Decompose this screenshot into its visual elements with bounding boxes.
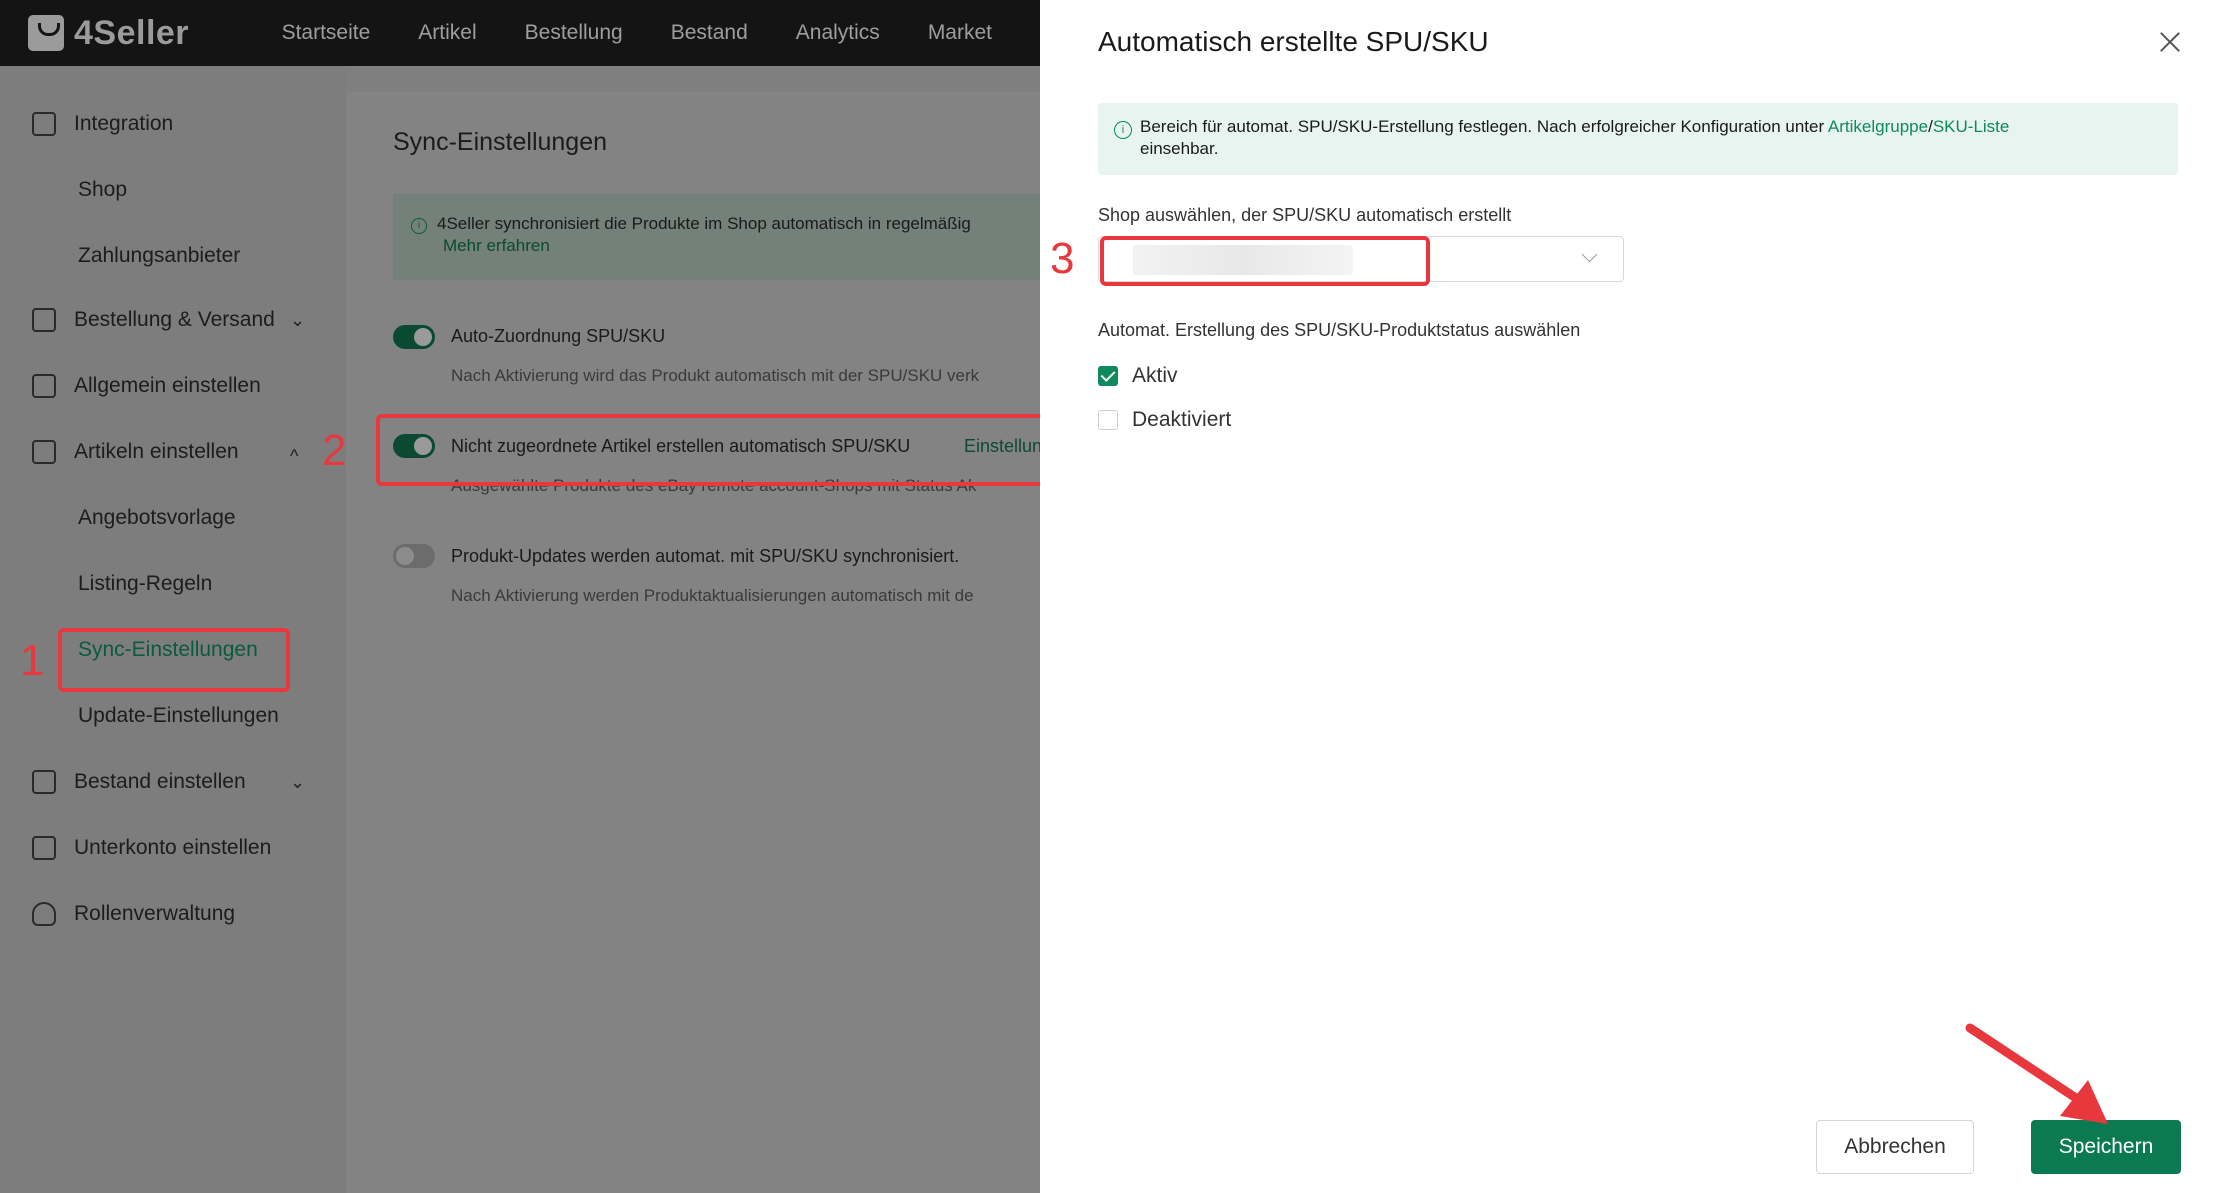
sidebar-item-label: Bestand einstellen	[74, 770, 246, 793]
user-icon	[32, 902, 56, 926]
sidebar-item-shop[interactable]: Shop	[78, 178, 127, 202]
info-banner: i 4Seller synchronisiert die Produkte im…	[393, 194, 1040, 280]
annotation-number-1: 1	[20, 636, 45, 685]
sidebar-item-label: Bestellung & Versand	[74, 308, 275, 331]
id-card-icon	[32, 836, 56, 860]
shop-select-label: Shop auswählen, der SPU/SKU automatisch …	[1098, 205, 1512, 225]
sidebar-item-allgemein[interactable]: Allgemein einstellen	[32, 374, 261, 398]
nav-analytics[interactable]: Analytics	[796, 21, 880, 45]
artikelgruppe-link[interactable]: Artikelgruppe	[1828, 117, 1928, 136]
bag-icon	[28, 15, 64, 51]
nav-startseite[interactable]: Startseite	[282, 21, 371, 45]
checkbox-unchecked-icon[interactable]	[1098, 410, 1118, 430]
chevron-down-icon[interactable]: ⌄	[290, 772, 305, 793]
annotation-box-3	[1100, 236, 1430, 286]
info-text: 4Seller synchronisiert die Produkte im S…	[437, 214, 971, 233]
toggle-auto-zuordnung[interactable]	[393, 325, 435, 349]
annotation-number-2: 2	[322, 426, 347, 475]
checkbox-label: Aktiv	[1132, 364, 1178, 387]
logo-text: 4Seller	[74, 13, 190, 52]
checkbox-aktiv[interactable]: Aktiv	[1098, 364, 1178, 388]
nav-artikel[interactable]: Artikel	[418, 21, 476, 45]
cancel-button[interactable]: Abbrechen	[1816, 1120, 1974, 1174]
close-icon[interactable]	[2158, 30, 2182, 54]
app-logo[interactable]: 4Seller	[28, 14, 282, 53]
annotation-box-1	[58, 628, 290, 692]
sidebar-item-bestellung-versand[interactable]: Bestellung & Versand	[32, 308, 275, 332]
auto-spu-sku-drawer: Automatisch erstellte SPU/SKU i Bereich …	[1040, 0, 2237, 1193]
annotation-box-2	[376, 414, 1046, 486]
more-info-link[interactable]: Mehr erfahren	[443, 236, 550, 256]
sidebar-item-unterkonto[interactable]: Unterkonto einstellen	[32, 836, 271, 860]
option-description: Nach Aktivierung werden Produktaktualisi…	[451, 586, 974, 605]
sidebar-item-rollen[interactable]: Rollenverwaltung	[32, 902, 235, 926]
toggle-product-updates[interactable]	[393, 544, 435, 568]
info-icon: i	[1114, 121, 1132, 139]
sidebar-item-label: Unterkonto einstellen	[74, 836, 272, 859]
chevron-up-icon[interactable]: ^	[290, 446, 298, 467]
nav-market[interactable]: Market	[928, 21, 992, 45]
sidebar-item-zahlungsanbieter[interactable]: Zahlungsanbieter	[78, 244, 240, 268]
sidebar-item-bestand[interactable]: Bestand einstellen	[32, 770, 246, 794]
option-description: Nach Aktivierung wird das Produkt automa…	[451, 366, 980, 385]
sidebar-item-label: Integration	[74, 112, 174, 135]
annotation-number-3: 3	[1050, 234, 1075, 283]
nav-bestand[interactable]: Bestand	[671, 21, 748, 45]
drawer-info-banner: i Bereich für automat. SPU/SKU-Erstellun…	[1098, 103, 2178, 175]
clipboard-icon	[32, 308, 56, 332]
sidebar-item-update[interactable]: Update-Einstellungen	[78, 704, 279, 728]
nav-bestellung[interactable]: Bestellung	[525, 21, 623, 45]
warehouse-icon	[32, 770, 56, 794]
checkbox-checked-icon[interactable]	[1098, 366, 1118, 386]
chevron-down-icon	[1581, 246, 1598, 263]
sidebar-item-angebotsvorlage[interactable]: Angebotsvorlage	[78, 506, 236, 530]
page-title: Sync-Einstellungen	[393, 128, 608, 156]
checkbox-label: Deaktiviert	[1132, 408, 1232, 431]
annotation-arrow-icon	[1965, 1023, 2108, 1124]
option-label: Produkt-Updates werden automat. mit SPU/…	[451, 546, 960, 566]
drawer-title: Automatisch erstellte SPU/SKU	[1098, 26, 1489, 57]
status-label: Automat. Erstellung des SPU/SKU-Produkts…	[1098, 320, 1581, 340]
upload-bag-icon	[32, 440, 56, 464]
sidebar-item-integration[interactable]: Integration	[32, 112, 173, 136]
chevron-down-icon[interactable]: ⌄	[290, 310, 305, 331]
sidebar-item-listing-regeln[interactable]: Listing-Regeln	[78, 572, 212, 596]
list-icon	[32, 374, 56, 398]
info-text: Bereich für automat. SPU/SKU-Erstellung …	[1140, 117, 1828, 136]
sidebar-item-label: Artikeln einstellen	[74, 440, 239, 463]
sidebar-item-label: Rollenverwaltung	[74, 902, 236, 925]
sidebar-item-label: Allgemein einstellen	[74, 374, 261, 397]
info-icon: i	[411, 218, 427, 234]
checkbox-deaktiviert[interactable]: Deaktiviert	[1098, 408, 1231, 432]
info-line-1: Bereich für automat. SPU/SKU-Erstellung …	[1140, 117, 2009, 137]
sidebar-item-artikeln[interactable]: Artikeln einstellen	[32, 440, 239, 464]
option-label: Auto-Zuordnung SPU/SKU	[451, 326, 666, 346]
top-navigation-bar: 4Seller Startseite Artikel Bestellung Be…	[0, 0, 1040, 66]
store-icon	[32, 112, 56, 136]
info-line-2: einsehbar.	[1140, 139, 1219, 158]
sku-liste-link[interactable]: SKU-Liste	[1933, 117, 2010, 136]
